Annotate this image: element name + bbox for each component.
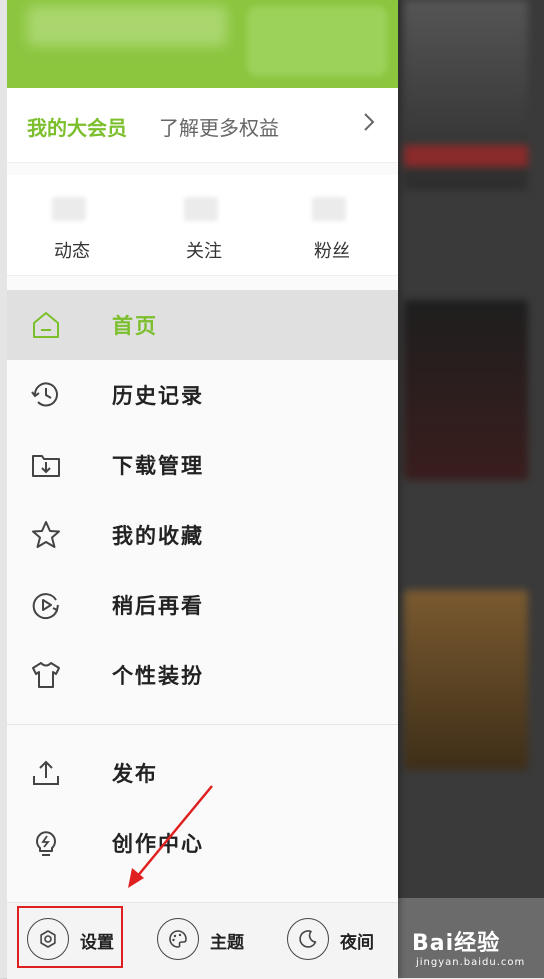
blurred-count bbox=[184, 197, 218, 221]
stat-label: 关注 bbox=[186, 241, 222, 262]
bulb-icon bbox=[36, 831, 56, 856]
vip-subtitle: 了解更多权益 bbox=[159, 116, 279, 140]
menu-item-dressup[interactable]: 个性装扮 bbox=[7, 640, 398, 710]
watch-later-icon bbox=[32, 593, 59, 620]
blurred-card bbox=[404, 0, 528, 190]
stat-dynamic[interactable]: 动态 bbox=[27, 175, 117, 275]
menu-item-home[interactable]: 首页 bbox=[7, 290, 398, 360]
chevron-right-icon bbox=[364, 113, 375, 131]
upload-icon bbox=[33, 760, 59, 785]
menu-label: 稍后再看 bbox=[112, 594, 204, 618]
menu-label: 发布 bbox=[112, 762, 158, 786]
stat-label: 动态 bbox=[54, 241, 90, 262]
blurred-count bbox=[312, 197, 346, 221]
watermark-url: jingyan.baidu.com bbox=[416, 957, 526, 968]
palette-icon bbox=[169, 930, 187, 948]
theme-circle bbox=[157, 918, 199, 960]
menu-divider bbox=[7, 724, 398, 725]
menu-item-favorites[interactable]: 我的收藏 bbox=[7, 500, 398, 570]
history-icon bbox=[31, 382, 58, 407]
settings-highlight-box bbox=[17, 906, 123, 968]
watermark-brand2: 经验 bbox=[454, 931, 501, 956]
blurred-count bbox=[52, 197, 86, 221]
download-folder-icon bbox=[32, 455, 60, 477]
screen: Bai经验 jingyan.baidu.com 我的大会员 了解更多权益 动态 … bbox=[0, 0, 544, 979]
vip-title: 我的大会员 bbox=[27, 116, 127, 140]
menu-label: 个性装扮 bbox=[112, 664, 204, 688]
menu-label: 创作中心 bbox=[112, 832, 204, 856]
star-icon bbox=[32, 521, 60, 548]
baidu-watermark: Bai经验 jingyan.baidu.com bbox=[412, 925, 524, 968]
vip-member-row[interactable]: 我的大会员 了解更多权益 bbox=[7, 88, 398, 163]
blurred-username bbox=[27, 6, 227, 46]
side-drawer: 我的大会员 了解更多权益 动态 关注 粉丝 首页 历史记录 下载管理 我的收藏 … bbox=[0, 0, 398, 979]
menu-item-creator-center[interactable]: 创作中心 bbox=[7, 808, 398, 878]
menu-item-downloads[interactable]: 下载管理 bbox=[7, 430, 398, 500]
night-label: 夜间 bbox=[340, 933, 374, 953]
menu-label: 历史记录 bbox=[112, 384, 204, 408]
theme-label: 主题 bbox=[210, 933, 244, 953]
profile-header[interactable] bbox=[7, 0, 398, 88]
blurred-card bbox=[404, 590, 528, 770]
blurred-avatar bbox=[247, 6, 387, 76]
night-circle bbox=[287, 918, 329, 960]
menu-label: 下载管理 bbox=[112, 454, 204, 478]
stats-row: 动态 关注 粉丝 bbox=[7, 175, 398, 276]
watermark-brand: Bai bbox=[412, 931, 455, 956]
home-icon bbox=[33, 312, 59, 338]
menu-label: 首页 bbox=[112, 314, 158, 338]
drawer-edge bbox=[0, 0, 7, 978]
menu-item-history[interactable]: 历史记录 bbox=[7, 360, 398, 430]
blurred-card bbox=[404, 300, 528, 480]
menu-item-publish[interactable]: 发布 bbox=[7, 738, 398, 808]
stat-fans[interactable]: 粉丝 bbox=[287, 175, 377, 275]
menu-label: 我的收藏 bbox=[112, 524, 204, 548]
stat-following[interactable]: 关注 bbox=[159, 175, 249, 275]
menu-item-watch-later[interactable]: 稍后再看 bbox=[7, 570, 398, 640]
stat-label: 粉丝 bbox=[314, 241, 350, 262]
moon-icon bbox=[299, 930, 317, 948]
blurred-background-content bbox=[398, 0, 544, 978]
tshirt-icon bbox=[32, 662, 60, 688]
